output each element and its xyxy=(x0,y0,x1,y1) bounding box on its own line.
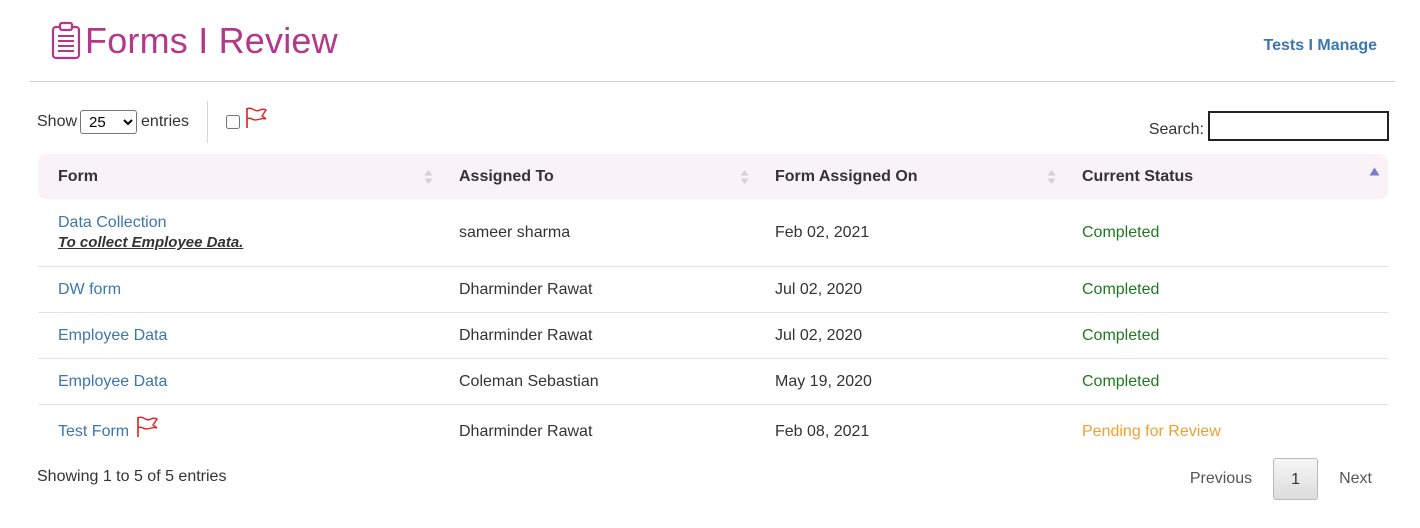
pagination: Previous 1 Next xyxy=(1169,458,1372,500)
column-header-label: Form xyxy=(58,167,98,185)
assigned-on-cell: Feb 02, 2021 xyxy=(755,199,1062,267)
controls-divider xyxy=(207,101,209,143)
form-cell: Employee Data xyxy=(38,359,439,405)
previous-page-button[interactable]: Previous xyxy=(1169,458,1273,500)
form-link[interactable]: Data Collection xyxy=(58,214,167,231)
assigned-on-cell: May 19, 2020 xyxy=(755,359,1062,405)
sort-ascending-icon xyxy=(1369,167,1380,176)
assigned-to-cell: Dharminder Rawat xyxy=(459,423,593,440)
flag-filter-checkbox[interactable] xyxy=(226,115,241,129)
form-link[interactable]: DW form xyxy=(58,281,121,298)
table-row: Employee Data Coleman Sebastian May 19, … xyxy=(38,359,1388,405)
table-row: Test Form Dharminder Rawat Feb 08, 2021 … xyxy=(38,405,1388,455)
assigned-to-cell: Dharminder Rawat xyxy=(439,313,755,359)
table-row: Employee Data Dharminder Rawat Jul 02, 2… xyxy=(38,313,1388,359)
column-header-assigned-to[interactable]: Assigned To xyxy=(439,154,755,199)
assigned-on-cell: Feb 08, 2021 xyxy=(775,423,870,440)
clipboard-icon xyxy=(51,21,81,60)
assigned-to-cell: Coleman Sebastian xyxy=(439,359,755,405)
sort-icon xyxy=(740,170,749,184)
search-label: Search: xyxy=(1148,121,1204,138)
assigned-on-cell: Jul 02, 2020 xyxy=(755,267,1062,313)
flag-icon xyxy=(136,416,158,437)
form-cell: Test Form xyxy=(38,405,439,455)
status-cell: Completed xyxy=(1062,313,1388,359)
search-input[interactable] xyxy=(1208,111,1389,141)
page-1-button[interactable]: 1 xyxy=(1273,458,1319,500)
column-header-form[interactable]: Form xyxy=(38,154,439,199)
table-controls: Show 10 25 50 100 entries xyxy=(37,100,268,144)
column-header-assigned-on[interactable]: Form Assigned On xyxy=(755,154,1062,199)
title-group: Forms I Review xyxy=(49,20,338,62)
sort-icon xyxy=(1047,170,1056,184)
form-link[interactable]: Test Form xyxy=(58,423,129,440)
assigned-on-cell: Jul 02, 2020 xyxy=(755,313,1062,359)
status-cell: Completed xyxy=(1062,359,1388,405)
form-description: To collect Employee Data. xyxy=(58,234,244,251)
table-info: Showing 1 to 5 of 5 entries xyxy=(37,468,227,485)
search-group: Search: xyxy=(1149,111,1389,141)
next-page-button[interactable]: Next xyxy=(1318,458,1372,500)
form-cell: Data Collection To collect Employee Data… xyxy=(38,199,439,267)
show-label: Show xyxy=(37,113,78,130)
sort-icon xyxy=(424,170,433,184)
page-title: Forms I Review xyxy=(85,20,338,61)
entries-label: entries xyxy=(141,113,190,130)
table-row: Data Collection To collect Employee Data… xyxy=(38,199,1388,267)
tests-i-manage-link[interactable]: Tests I Manage xyxy=(1263,37,1377,55)
forms-table: Form Assigned To Form Assigned On Curren… xyxy=(38,154,1388,455)
flag-icon xyxy=(246,107,268,128)
form-link[interactable]: Employee Data xyxy=(58,373,167,390)
form-cell: DW form xyxy=(38,267,439,313)
status-cell: Completed xyxy=(1062,267,1388,313)
column-header-label: Current Status xyxy=(1082,167,1194,185)
status-cell: Pending for Review xyxy=(1082,423,1221,440)
column-header-current-status[interactable]: Current Status xyxy=(1062,154,1388,199)
column-header-label: Assigned To xyxy=(459,167,554,185)
status-cell: Completed xyxy=(1062,199,1388,267)
entries-per-page-select[interactable]: 10 25 50 100 xyxy=(80,110,138,134)
form-cell: Employee Data xyxy=(38,313,439,359)
form-link[interactable]: Employee Data xyxy=(58,327,167,344)
page-header: Forms I Review Tests I Manage xyxy=(30,0,1395,82)
table-header-row: Form Assigned To Form Assigned On Curren… xyxy=(38,154,1388,199)
assigned-to-cell: Dharminder Rawat xyxy=(439,267,755,313)
table-row: DW form Dharminder Rawat Jul 02, 2020 Co… xyxy=(38,267,1388,313)
column-header-label: Form Assigned On xyxy=(775,167,918,185)
assigned-to-cell: sameer sharma xyxy=(439,199,755,267)
